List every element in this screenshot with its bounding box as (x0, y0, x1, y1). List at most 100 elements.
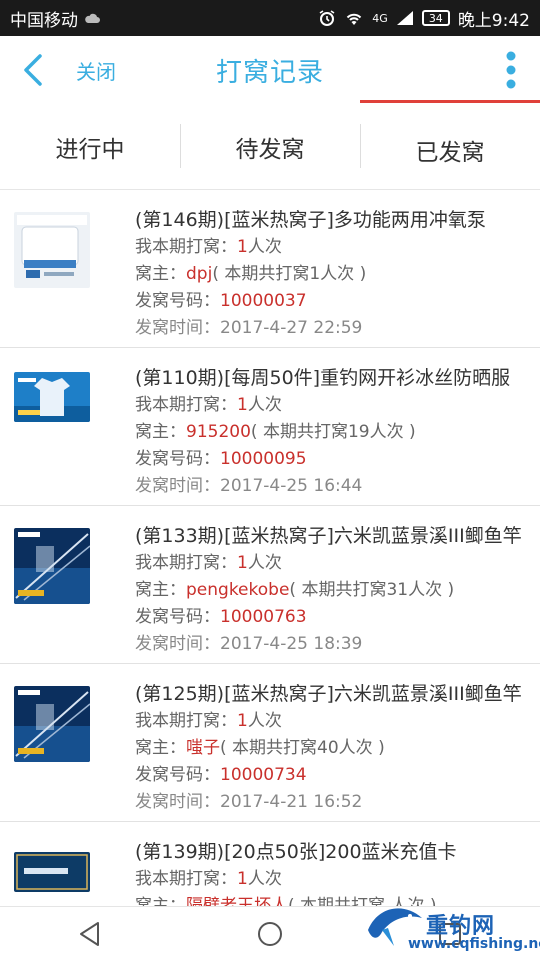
item-title: (第110期)[每周50件]重钓网开衫冰丝防晒服 (135, 367, 511, 389)
label: 我本期打窝： (135, 553, 237, 573)
winning-number: 10000763 (220, 607, 307, 627)
header-accent-line (360, 100, 540, 103)
alarm-icon (319, 10, 335, 26)
label: 发窝时间： (135, 318, 220, 338)
item-title: (第139期)[20点50张]200蓝米充值卡 (135, 841, 457, 863)
label: 我本期打窝： (135, 711, 237, 731)
item-info: (第146期)[蓝米热窝子]多功能两用冲氧泵 我本期打窝：1人次 窝主：dpj(… (135, 206, 528, 342)
product-thumbnail-recharge-card (14, 852, 90, 892)
owner-total: ( 本期共打窝40人次 ) (220, 738, 385, 758)
my-bet-line: 我本期打窝：1人次 (135, 392, 528, 419)
list-item[interactable]: (第146期)[蓝米热窝子]多功能两用冲氧泵 我本期打窝：1人次 窝主：dpj(… (0, 190, 540, 348)
delivery-time: 2017-4-21 16:52 (220, 792, 363, 812)
my-bet-count: 1 (237, 711, 248, 731)
number-line: 发窝号码：10000734 (135, 762, 528, 789)
owner-name: 隔壁老王坏人 (186, 896, 288, 906)
carrier-group: 中国移动 (10, 6, 100, 31)
label: 发窝号码： (135, 291, 220, 311)
my-bet-line: 我本期打窝：1人次 (135, 550, 528, 577)
number-line: 发窝号码：10000095 (135, 446, 528, 473)
label: 窝主： (135, 422, 186, 442)
owner-name: 嗤子 (186, 738, 220, 758)
label: 发窝号码： (135, 449, 220, 469)
product-thumbnail-sun-shirt (14, 372, 90, 422)
status-bar: 中国移动 4G 34 晚上9:42 (0, 0, 540, 36)
time-line: 发窝时间：2017-4-21 16:52 (135, 789, 528, 816)
label: 发窝号码： (135, 765, 220, 785)
owner-total: ( 本期共打窝19人次 ) (250, 422, 416, 442)
signal-icon (396, 11, 413, 25)
tab-delivered[interactable]: 已发窝 (360, 104, 540, 189)
product-thumbnail-fishing-rod (14, 686, 90, 762)
status-right: 4G 34 晚上9:42 (318, 6, 530, 31)
item-title: (第133期)[蓝米热窝子]六米凯蓝景溪III鲫鱼竿 (135, 525, 522, 547)
item-title: (第146期)[蓝米热窝子]多功能两用冲氧泵 (135, 209, 486, 231)
product-thumbnail-air-pump (14, 212, 90, 288)
label: 窝主： (135, 738, 186, 758)
count-unit: 人次 (247, 553, 282, 573)
label: 发窝时间： (135, 792, 220, 812)
label: 窝主： (135, 580, 186, 600)
label: 窝主： (135, 264, 186, 284)
list-item[interactable]: (第125期)[蓝米热窝子]六米凯蓝景溪III鲫鱼竿 我本期打窝：1人次 窝主：… (0, 664, 540, 822)
my-bet-line: 我本期打窝：1人次 (135, 866, 528, 893)
owner-total: ( 本期共打窝31人次 ) (289, 580, 455, 600)
owner-total: ( 本期共打窝1人次 ) (212, 264, 367, 284)
item-info: (第110期)[每周50件]重钓网开衫冰丝防晒服 我本期打窝：1人次 窝主：91… (135, 364, 528, 500)
my-bet-line: 我本期打窝：1人次 (135, 234, 528, 261)
count-unit: 人次 (247, 237, 282, 257)
number-line: 发窝号码：10000037 (135, 288, 528, 315)
count-unit: 人次 (247, 395, 282, 415)
owner-line: 窝主：pengkekobe( 本期共打窝31人次 ) (135, 577, 528, 604)
delivery-time: 2017-4-25 18:39 (220, 634, 363, 654)
owner-name: pengkekobe (186, 580, 290, 600)
winning-number: 10000037 (220, 291, 307, 311)
product-thumbnail-fishing-rod (14, 528, 90, 604)
nav-home-button[interactable] (250, 914, 290, 954)
cloud-icon (85, 13, 100, 23)
carrier-name: 中国移动 (10, 10, 78, 31)
owner-name: 915200 (186, 422, 251, 442)
label: 发窝时间： (135, 634, 220, 654)
winning-number: 10000095 (220, 449, 307, 469)
site-watermark: 重钓网 www.cqfishing.net (364, 894, 540, 958)
number-line: 发窝号码：10000763 (135, 604, 528, 631)
time-line: 发窝时间：2017-4-27 22:59 (135, 315, 528, 342)
clock: 晚上9:42 (457, 10, 530, 31)
tab-in-progress[interactable]: 进行中 (0, 104, 180, 189)
circle-home-icon (258, 921, 282, 946)
label: 我本期打窝： (135, 395, 237, 415)
vertical-dots-icon[interactable] (504, 50, 518, 90)
page-title: 打窝记录 (215, 58, 324, 88)
delivery-time: 2017-4-25 16:44 (220, 476, 363, 496)
winning-number: 10000734 (220, 765, 307, 785)
count-unit: 人次 (247, 711, 282, 731)
watermark-url: www.cqfishing.net (408, 936, 540, 952)
battery-indicator: 34 (421, 10, 450, 26)
label: 窝主： (135, 896, 186, 906)
network-type: 4G (372, 11, 388, 25)
tab-bar: 进行中 待发窝 已发窝 (0, 104, 540, 190)
record-list: (第146期)[蓝米热窝子]多功能两用冲氧泵 我本期打窝：1人次 窝主：dpj(… (0, 190, 540, 906)
count-unit: 人次 (247, 869, 282, 889)
owner-line: 窝主：dpj( 本期共打窝1人次 ) (135, 261, 528, 288)
time-line: 发窝时间：2017-4-25 16:44 (135, 473, 528, 500)
item-info: (第125期)[蓝米热窝子]六米凯蓝景溪III鲫鱼竿 我本期打窝：1人次 窝主：… (135, 680, 528, 816)
my-bet-count: 1 (237, 237, 248, 257)
my-bet-count: 1 (237, 869, 248, 889)
owner-name: dpj (186, 264, 213, 284)
list-item[interactable]: (第133期)[蓝米热窝子]六米凯蓝景溪III鲫鱼竿 我本期打窝：1人次 窝主：… (0, 506, 540, 664)
label: 我本期打窝： (135, 237, 237, 257)
my-bet-count: 1 (237, 553, 248, 573)
wifi-icon (347, 13, 362, 25)
delivery-time: 2017-4-27 22:59 (220, 318, 363, 338)
list-item[interactable]: (第110期)[每周50件]重钓网开衫冰丝防晒服 我本期打窝：1人次 窝主：91… (0, 348, 540, 506)
my-bet-line: 我本期打窝：1人次 (135, 708, 528, 735)
owner-line: 窝主：915200( 本期共打窝19人次 ) (135, 419, 528, 446)
label: 发窝时间： (135, 476, 220, 496)
label: 我本期打窝： (135, 869, 237, 889)
app-header: 关闭 打窝记录 (0, 36, 540, 104)
nav-back-button[interactable] (70, 914, 110, 954)
tab-pending[interactable]: 待发窝 (180, 104, 360, 189)
owner-line: 窝主：嗤子( 本期共打窝40人次 ) (135, 735, 528, 762)
